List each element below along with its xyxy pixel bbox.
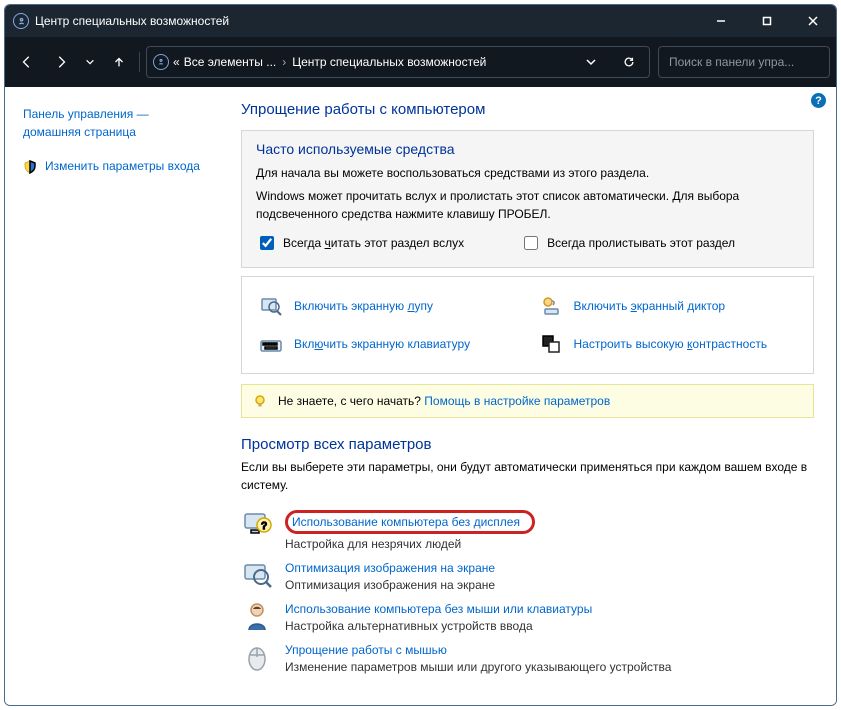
change-login-settings-link[interactable]: Изменить параметры входа — [45, 159, 200, 173]
maximize-button[interactable] — [744, 5, 790, 37]
lightbulb-icon — [252, 393, 268, 409]
crumb-ease-of-access[interactable]: Центр специальных возможностей — [292, 55, 486, 69]
home-link-line1: Панель управления — — [23, 107, 149, 121]
setting-list: ? Использование компьютера без дисплея Н… — [241, 508, 814, 674]
up-button[interactable] — [103, 46, 135, 78]
always-read-text: Всегда читать этот раздел вслух — [283, 236, 464, 250]
recent-dropdown[interactable] — [79, 46, 101, 78]
setting-optimize-display-desc: Оптимизация изображения на экране — [285, 578, 495, 592]
control-panel-home-link[interactable]: Панель управления — домашняя страница — [23, 105, 215, 141]
tool-narrator-link[interactable]: Включить экранный диктор — [574, 299, 726, 313]
mouse-icon — [241, 641, 273, 673]
body: Панель управления — домашняя страница Из… — [5, 87, 836, 705]
address-box[interactable]: « Все элементы ... › Центр специальных в… — [146, 46, 650, 78]
person-icon — [241, 600, 273, 632]
all-settings-heading: Просмотр всех параметров — [241, 436, 814, 453]
contrast-icon — [538, 331, 564, 357]
always-scroll-checkbox[interactable] — [524, 236, 538, 250]
tool-keyboard-link[interactable]: Включить экранную клавиатуру — [294, 337, 470, 351]
tool-narrator[interactable]: Включить экранный диктор — [528, 287, 808, 325]
back-button[interactable] — [11, 46, 43, 78]
tool-magnifier-link[interactable]: Включить экранную лупу — [294, 299, 433, 313]
addressbar: « Все элементы ... › Центр специальных в… — [5, 37, 836, 87]
window-title: Центр специальных возможностей — [35, 14, 698, 28]
home-link-line2: домашняя страница — [23, 125, 136, 139]
breadcrumb[interactable]: « Все элементы ... › Центр специальных в… — [173, 55, 573, 69]
setting-mouse-link[interactable]: Упрощение работы с мышью — [285, 643, 447, 657]
frequent-tools-text2: Windows может прочитать вслух и пролиста… — [256, 188, 799, 223]
address-icon — [153, 54, 169, 70]
keyboard-icon — [258, 331, 284, 357]
separator — [139, 52, 140, 72]
address-dropdown[interactable] — [573, 56, 609, 68]
always-read-checkbox[interactable] — [260, 236, 274, 250]
always-scroll-text: Всегда пролистывать этот раздел — [547, 236, 735, 250]
speaker-icon — [538, 293, 564, 319]
forward-button[interactable] — [45, 46, 77, 78]
setting-no-mouse-keyboard: Использование компьютера без мыши или кл… — [241, 600, 814, 633]
close-button[interactable] — [790, 5, 836, 37]
hint-link[interactable]: Помощь в настройке параметров — [424, 394, 610, 408]
tool-links-panel: Включить экранную лупу Включить экранный… — [241, 276, 814, 374]
setting-no-display: ? Использование компьютера без дисплея Н… — [241, 508, 814, 551]
setting-no-mouse-keyboard-desc: Настройка альтернативных устройств ввода — [285, 619, 592, 633]
setting-optimize-display-link[interactable]: Оптимизация изображения на экране — [285, 561, 495, 575]
help-icon[interactable]: ? — [811, 93, 826, 108]
titlebar: Центр специальных возможностей — [5, 5, 836, 37]
shield-icon — [23, 160, 37, 177]
sidebar: Панель управления — домашняя страница Из… — [5, 87, 225, 705]
frequent-tools-heading: Часто используемые средства — [256, 141, 799, 157]
minimize-button[interactable] — [698, 5, 744, 37]
highlight-annotation: Использование компьютера без дисплея — [285, 510, 535, 534]
setting-no-mouse-keyboard-link[interactable]: Использование компьютера без мыши или кл… — [285, 602, 592, 616]
magnifier-icon — [258, 293, 284, 319]
setting-mouse: Упрощение работы с мышью Изменение парам… — [241, 641, 814, 674]
all-settings-desc: Если вы выберете эти параметры, они буду… — [241, 459, 814, 494]
optimize-display-icon — [241, 559, 273, 591]
setting-optimize-display: Оптимизация изображения на экране Оптими… — [241, 559, 814, 592]
tool-keyboard[interactable]: Включить экранную клавиатуру — [248, 325, 528, 363]
svg-text:?: ? — [261, 521, 267, 532]
tool-contrast[interactable]: Настроить высокую контрастность — [528, 325, 808, 363]
window: Центр специальных возможностей — [4, 4, 837, 706]
search-box[interactable] — [658, 46, 830, 78]
refresh-button[interactable] — [609, 56, 649, 68]
tool-contrast-link[interactable]: Настроить высокую контрастность — [574, 337, 768, 351]
chevron-right-icon: › — [276, 55, 292, 69]
setting-no-display-desc: Настройка для незрячих людей — [285, 537, 535, 551]
crumb-prefix: « — [173, 55, 180, 69]
frequent-tools-panel: Часто используемые средства Для начала в… — [241, 130, 814, 268]
tool-magnifier[interactable]: Включить экранную лупу — [248, 287, 528, 325]
always-read-checkbox-label[interactable]: Всегда читать этот раздел вслух — [256, 233, 464, 253]
always-scroll-checkbox-label[interactable]: Всегда пролистывать этот раздел — [520, 233, 735, 253]
setting-mouse-desc: Изменение параметров мыши или другого ук… — [285, 660, 671, 674]
main-content: ? Упрощение работы с компьютером Часто и… — [225, 87, 836, 705]
page-title: Упрощение работы с компьютером — [241, 101, 814, 118]
frequent-tools-text1: Для начала вы можете воспользоваться сре… — [256, 165, 799, 182]
crumb-all-items[interactable]: Все элементы ... — [184, 55, 277, 69]
hint-bar: Не знаете, с чего начать? Помощь в настр… — [241, 384, 814, 418]
search-input[interactable] — [667, 54, 821, 70]
app-icon — [13, 13, 29, 29]
setting-no-display-link[interactable]: Использование компьютера без дисплея — [292, 515, 520, 529]
no-display-icon: ? — [241, 508, 273, 540]
hint-text: Не знаете, с чего начать? Помощь в настр… — [278, 394, 610, 408]
